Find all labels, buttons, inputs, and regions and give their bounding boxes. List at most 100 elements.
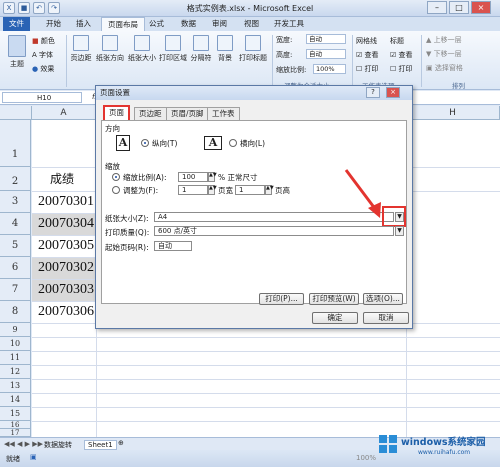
scale-spinner[interactable]: ▲▼ bbox=[208, 172, 217, 182]
print-preview-button[interactable]: 打印预览(W) bbox=[309, 293, 359, 305]
selection-pane-button[interactable]: ▣ 选择窗格 bbox=[426, 63, 463, 73]
scale-option-label[interactable]: 缩放比例(A): bbox=[123, 172, 167, 183]
new-sheet-icon[interactable]: ⊕ bbox=[118, 439, 124, 447]
print-quality-select[interactable]: 600 点/英寸 bbox=[154, 226, 394, 236]
column-header-h[interactable]: H bbox=[406, 106, 500, 120]
fonts-button[interactable]: A 字体 bbox=[32, 50, 53, 60]
fit-wide-spinner[interactable]: ▲▼ bbox=[208, 185, 217, 195]
row-header-13[interactable]: 13 bbox=[0, 379, 31, 393]
row-header-1[interactable]: 1 bbox=[0, 120, 31, 167]
select-all-corner[interactable] bbox=[0, 106, 32, 120]
row-header-9[interactable]: 9 bbox=[0, 323, 31, 337]
minimize-button[interactable]: – bbox=[427, 1, 447, 14]
row-header-5[interactable]: 5 bbox=[0, 235, 31, 257]
orientation-button[interactable]: 纸张方向 bbox=[95, 35, 125, 63]
maximize-button[interactable]: □ bbox=[449, 1, 469, 14]
landscape-radio[interactable] bbox=[229, 139, 237, 147]
tab-file[interactable]: 文件 bbox=[3, 17, 30, 31]
height-select[interactable]: 自动 bbox=[306, 49, 346, 59]
fit-tall-input[interactable]: 1 bbox=[235, 185, 265, 195]
tab-sheet[interactable]: 工作表 bbox=[207, 107, 240, 120]
row-header-17[interactable]: 17 bbox=[0, 429, 31, 437]
tab-insert[interactable]: 插入 bbox=[70, 17, 97, 31]
row-header-16[interactable]: 16 bbox=[0, 421, 31, 429]
options-button[interactable]: 选项(O)... bbox=[363, 293, 403, 305]
cell-a6[interactable]: 20070302 bbox=[32, 258, 96, 278]
row-header-10[interactable]: 10 bbox=[0, 337, 31, 351]
row-header-4[interactable]: 4 bbox=[0, 213, 31, 235]
tab-view[interactable]: 视图 bbox=[238, 17, 265, 31]
tab-home[interactable]: 开始 bbox=[40, 17, 67, 31]
cell-a7[interactable]: 20070303 bbox=[32, 280, 96, 300]
portrait-radio[interactable] bbox=[141, 139, 149, 147]
annotation-arrow bbox=[344, 169, 381, 218]
row-header-11[interactable]: 11 bbox=[0, 351, 31, 365]
fit-wide-input[interactable]: 1 bbox=[178, 185, 208, 195]
sheet-nav-icon[interactable]: ◀◀ ◀ ▶ ▶▶ bbox=[4, 440, 43, 448]
cell-a3[interactable]: 20070301 bbox=[32, 192, 96, 212]
send-backward-button[interactable]: ▼ 下移一层 bbox=[426, 49, 462, 59]
status-zoom[interactable]: 100% bbox=[356, 454, 376, 462]
row-header-15[interactable]: 15 bbox=[0, 407, 31, 421]
tab-header-footer[interactable]: 页眉/页脚 bbox=[166, 107, 209, 120]
tab-review[interactable]: 审阅 bbox=[206, 17, 233, 31]
gridlines-view-checkbox[interactable]: ☑ 查看 bbox=[356, 50, 379, 60]
macro-record-icon[interactable]: ▣ bbox=[30, 453, 37, 461]
row-header-12[interactable]: 12 bbox=[0, 365, 31, 379]
width-select[interactable]: 自动 bbox=[306, 34, 346, 44]
effects-button[interactable]: ● 效果 bbox=[32, 64, 54, 74]
gridline bbox=[32, 351, 500, 352]
tab-developer[interactable]: 开发工具 bbox=[268, 17, 310, 31]
bring-forward-button[interactable]: ▲ 上移一层 bbox=[426, 35, 462, 45]
close-window-button[interactable]: × bbox=[471, 1, 491, 14]
dialog-close-button[interactable]: × bbox=[386, 87, 400, 98]
scale-input[interactable]: 100 bbox=[178, 172, 208, 182]
background-button[interactable]: 背景 bbox=[215, 35, 235, 63]
fit-radio[interactable] bbox=[112, 186, 120, 194]
help-button[interactable]: ? bbox=[366, 87, 380, 98]
paper-size-button[interactable]: 纸张大小 bbox=[127, 35, 157, 63]
print-titles-icon bbox=[245, 35, 261, 51]
tab-data[interactable]: 数据 bbox=[175, 17, 202, 31]
print-button[interactable]: 打印(P)... bbox=[259, 293, 304, 305]
portrait-label[interactable]: 纵向(T) bbox=[152, 138, 177, 149]
cell-a5[interactable]: 20070305 bbox=[32, 236, 96, 256]
column-header-a[interactable]: A bbox=[32, 106, 96, 120]
cell-a2[interactable]: 成绩 bbox=[32, 169, 96, 191]
landscape-label[interactable]: 横向(L) bbox=[240, 138, 265, 149]
scale-radio[interactable] bbox=[112, 173, 120, 181]
sheet-tab-2[interactable]: Sheet1 bbox=[84, 440, 117, 450]
tab-page[interactable]: 页面 bbox=[103, 105, 130, 120]
headings-print-checkbox[interactable]: ☐ 打印 bbox=[390, 64, 413, 74]
row-header-2[interactable]: 2 bbox=[0, 167, 31, 191]
print-quality-dropdown-icon[interactable]: ▼ bbox=[395, 226, 404, 236]
ok-button[interactable]: 确定 bbox=[312, 312, 358, 324]
row-header-3[interactable]: 3 bbox=[0, 191, 31, 213]
cell-a4[interactable]: 20070304 bbox=[32, 214, 96, 234]
orientation-icon bbox=[102, 35, 118, 51]
scale-spinner[interactable]: 100% bbox=[313, 64, 346, 74]
tab-margins[interactable]: 页边距 bbox=[134, 107, 167, 120]
tab-page-layout[interactable]: 页面布局 bbox=[101, 17, 145, 31]
colors-button[interactable]: ■ 颜色 bbox=[32, 36, 55, 46]
breaks-button[interactable]: 分隔符 bbox=[189, 35, 213, 63]
cell-a8[interactable]: 20070306 bbox=[32, 302, 96, 322]
print-titles-button[interactable]: 打印标题 bbox=[236, 35, 270, 63]
print-area-label: 打印区域 bbox=[159, 54, 187, 62]
fit-tall-spinner[interactable]: ▲▼ bbox=[265, 185, 274, 195]
row-header-7[interactable]: 7 bbox=[0, 279, 31, 301]
cancel-button[interactable]: 取消 bbox=[363, 312, 409, 324]
fit-option-label[interactable]: 调整为(F): bbox=[123, 185, 158, 196]
sheet-tab-1[interactable]: 数据旋转 bbox=[44, 440, 72, 450]
themes-button[interactable]: 主题 bbox=[6, 35, 28, 69]
row-header-6[interactable]: 6 bbox=[0, 257, 31, 279]
margins-button[interactable]: 页边距 bbox=[69, 35, 93, 63]
print-area-button[interactable]: 打印区域 bbox=[158, 35, 188, 63]
headings-view-checkbox[interactable]: ☑ 查看 bbox=[390, 50, 413, 60]
name-box[interactable]: H10 bbox=[2, 92, 82, 103]
row-header-8[interactable]: 8 bbox=[0, 301, 31, 323]
gridlines-print-checkbox[interactable]: ☐ 打印 bbox=[356, 64, 379, 74]
first-page-input[interactable]: 自动 bbox=[154, 241, 192, 251]
tab-formulas[interactable]: 公式 bbox=[143, 17, 170, 31]
row-header-14[interactable]: 14 bbox=[0, 393, 31, 407]
